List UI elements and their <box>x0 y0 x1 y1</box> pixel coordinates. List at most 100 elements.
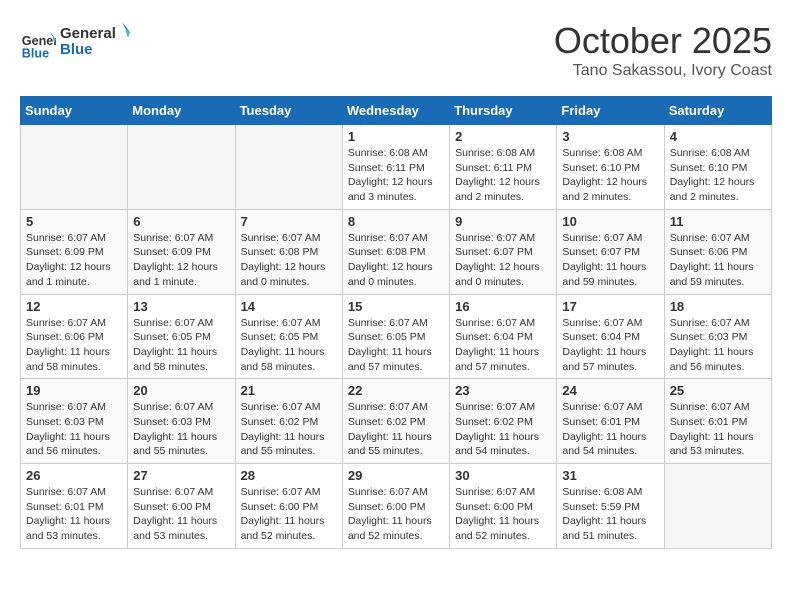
location-subtitle: Tano Sakassou, Ivory Coast <box>554 62 772 80</box>
calendar-cell: 30 Sunrise: 6:07 AM Sunset: 6:00 PM Dayli… <box>450 464 557 549</box>
day-number: 10 <box>562 214 658 229</box>
calendar-cell: 3 Sunrise: 6:08 AM Sunset: 6:10 PM Daylig… <box>557 125 664 210</box>
calendar-cell: 9Sunrise: 6:07 AM Sunset: 6:07 PM Daylig… <box>450 209 557 294</box>
day-number: 28 <box>241 468 337 483</box>
day-info: Sunrise: 6:07 AM Sunset: 6:08 PM Dayligh… <box>241 231 337 290</box>
month-title: October 2025 <box>554 20 772 62</box>
calendar-cell: 27 Sunrise: 6:07 AM Sunset: 6:00 PM Dayli… <box>128 464 235 549</box>
calendar-cell <box>235 125 342 210</box>
calendar-cell: 8Sunrise: 6:07 AM Sunset: 6:08 PM Daylig… <box>342 209 449 294</box>
day-info: Sunrise: 6:08 AM Sunset: 6:10 PM Dayligh… <box>562 146 658 205</box>
col-header-saturday: Saturday <box>664 97 771 125</box>
day-info: Sunrise: 6:07 AM Sunset: 6:00 PM Dayligh… <box>133 485 229 544</box>
day-info: Sunrise: 6:07 AM Sunset: 6:02 PM Dayligh… <box>241 400 337 459</box>
calendar-week-row: 26 Sunrise: 6:07 AM Sunset: 6:01 PM Dayli… <box>21 464 772 549</box>
calendar-cell: 13 Sunrise: 6:07 AM Sunset: 6:05 PM Dayli… <box>128 294 235 379</box>
calendar-header-row: SundayMondayTuesdayWednesdayThursdayFrid… <box>21 97 772 125</box>
col-header-monday: Monday <box>128 97 235 125</box>
day-info: Sunrise: 6:07 AM Sunset: 6:07 PM Dayligh… <box>455 231 551 290</box>
col-header-tuesday: Tuesday <box>235 97 342 125</box>
page-header: General Blue General Blue October 2025 T… <box>20 20 772 80</box>
day-number: 19 <box>26 383 122 398</box>
day-info: Sunrise: 6:07 AM Sunset: 6:03 PM Dayligh… <box>26 400 122 459</box>
day-info: Sunrise: 6:07 AM Sunset: 6:06 PM Dayligh… <box>670 231 766 290</box>
svg-text:Blue: Blue <box>22 46 49 60</box>
calendar-cell: 2 Sunrise: 6:08 AM Sunset: 6:11 PM Daylig… <box>450 125 557 210</box>
day-number: 23 <box>455 383 551 398</box>
day-number: 2 <box>455 129 551 144</box>
day-number: 21 <box>241 383 337 398</box>
day-info: Sunrise: 6:07 AM Sunset: 6:00 PM Dayligh… <box>348 485 444 544</box>
calendar-cell: 14Sunrise: 6:07 AM Sunset: 6:05 PM Dayli… <box>235 294 342 379</box>
day-number: 18 <box>670 299 766 314</box>
day-number: 3 <box>562 129 658 144</box>
day-number: 5 <box>26 214 122 229</box>
calendar-cell: 31Sunrise: 6:08 AM Sunset: 5:59 PM Dayli… <box>557 464 664 549</box>
calendar-cell: 5 Sunrise: 6:07 AM Sunset: 6:09 PM Daylig… <box>21 209 128 294</box>
calendar-cell: 15 Sunrise: 6:07 AM Sunset: 6:05 PM Dayli… <box>342 294 449 379</box>
day-info: Sunrise: 6:07 AM Sunset: 6:05 PM Dayligh… <box>241 316 337 375</box>
day-number: 29 <box>348 468 444 483</box>
logo-icon: General Blue <box>20 25 56 61</box>
day-info: Sunrise: 6:07 AM Sunset: 6:07 PM Dayligh… <box>562 231 658 290</box>
logo-svg: General Blue <box>60 20 130 60</box>
day-info: Sunrise: 6:07 AM Sunset: 6:03 PM Dayligh… <box>670 316 766 375</box>
day-info: Sunrise: 6:08 AM Sunset: 6:11 PM Dayligh… <box>348 146 444 205</box>
calendar-cell: 7 Sunrise: 6:07 AM Sunset: 6:08 PM Daylig… <box>235 209 342 294</box>
day-number: 16 <box>455 299 551 314</box>
day-info: Sunrise: 6:07 AM Sunset: 6:08 PM Dayligh… <box>348 231 444 290</box>
day-info: Sunrise: 6:07 AM Sunset: 6:04 PM Dayligh… <box>455 316 551 375</box>
day-number: 15 <box>348 299 444 314</box>
day-number: 6 <box>133 214 229 229</box>
calendar-cell: 16 Sunrise: 6:07 AM Sunset: 6:04 PM Dayli… <box>450 294 557 379</box>
day-number: 27 <box>133 468 229 483</box>
day-info: Sunrise: 6:08 AM Sunset: 6:11 PM Dayligh… <box>455 146 551 205</box>
day-info: Sunrise: 6:07 AM Sunset: 6:05 PM Dayligh… <box>133 316 229 375</box>
calendar-cell: 20Sunrise: 6:07 AM Sunset: 6:03 PM Dayli… <box>128 379 235 464</box>
day-number: 11 <box>670 214 766 229</box>
day-info: Sunrise: 6:07 AM Sunset: 6:05 PM Dayligh… <box>348 316 444 375</box>
day-info: Sunrise: 6:08 AM Sunset: 6:10 PM Dayligh… <box>670 146 766 205</box>
calendar-cell: 23 Sunrise: 6:07 AM Sunset: 6:02 PM Dayli… <box>450 379 557 464</box>
day-number: 13 <box>133 299 229 314</box>
day-number: 7 <box>241 214 337 229</box>
day-info: Sunrise: 6:07 AM Sunset: 6:03 PM Dayligh… <box>133 400 229 459</box>
calendar-cell: 28 Sunrise: 6:07 AM Sunset: 6:00 PM Dayli… <box>235 464 342 549</box>
calendar-cell: 29 Sunrise: 6:07 AM Sunset: 6:00 PM Dayli… <box>342 464 449 549</box>
logo: General Blue General Blue <box>20 20 130 65</box>
calendar-table: SundayMondayTuesdayWednesdayThursdayFrid… <box>20 96 772 549</box>
calendar-cell: 24 Sunrise: 6:07 AM Sunset: 6:01 PM Dayli… <box>557 379 664 464</box>
day-number: 17 <box>562 299 658 314</box>
day-number: 30 <box>455 468 551 483</box>
day-number: 26 <box>26 468 122 483</box>
day-info: Sunrise: 6:07 AM Sunset: 6:02 PM Dayligh… <box>348 400 444 459</box>
day-info: Sunrise: 6:07 AM Sunset: 6:00 PM Dayligh… <box>241 485 337 544</box>
calendar-cell: 6Sunrise: 6:07 AM Sunset: 6:09 PM Daylig… <box>128 209 235 294</box>
calendar-cell: 1 Sunrise: 6:08 AM Sunset: 6:11 PM Daylig… <box>342 125 449 210</box>
calendar-cell: 12Sunrise: 6:07 AM Sunset: 6:06 PM Dayli… <box>21 294 128 379</box>
svg-text:Blue: Blue <box>60 41 93 58</box>
calendar-cell <box>128 125 235 210</box>
calendar-week-row: 5 Sunrise: 6:07 AM Sunset: 6:09 PM Daylig… <box>21 209 772 294</box>
day-number: 1 <box>348 129 444 144</box>
calendar-week-row: 1 Sunrise: 6:08 AM Sunset: 6:11 PM Daylig… <box>21 125 772 210</box>
title-block: October 2025 Tano Sakassou, Ivory Coast <box>554 20 772 80</box>
col-header-sunday: Sunday <box>21 97 128 125</box>
day-number: 22 <box>348 383 444 398</box>
day-number: 31 <box>562 468 658 483</box>
col-header-wednesday: Wednesday <box>342 97 449 125</box>
day-info: Sunrise: 6:07 AM Sunset: 6:09 PM Dayligh… <box>26 231 122 290</box>
calendar-cell: 10 Sunrise: 6:07 AM Sunset: 6:07 PM Dayli… <box>557 209 664 294</box>
calendar-week-row: 12Sunrise: 6:07 AM Sunset: 6:06 PM Dayli… <box>21 294 772 379</box>
calendar-cell: 18 Sunrise: 6:07 AM Sunset: 6:03 PM Dayli… <box>664 294 771 379</box>
day-info: Sunrise: 6:07 AM Sunset: 6:01 PM Dayligh… <box>26 485 122 544</box>
day-info: Sunrise: 6:07 AM Sunset: 6:00 PM Dayligh… <box>455 485 551 544</box>
day-number: 24 <box>562 383 658 398</box>
day-number: 4 <box>670 129 766 144</box>
day-info: Sunrise: 6:07 AM Sunset: 6:01 PM Dayligh… <box>670 400 766 459</box>
calendar-week-row: 19 Sunrise: 6:07 AM Sunset: 6:03 PM Dayli… <box>21 379 772 464</box>
day-info: Sunrise: 6:07 AM Sunset: 6:01 PM Dayligh… <box>562 400 658 459</box>
calendar-cell <box>664 464 771 549</box>
day-info: Sunrise: 6:07 AM Sunset: 6:02 PM Dayligh… <box>455 400 551 459</box>
svg-text:General: General <box>60 25 116 42</box>
